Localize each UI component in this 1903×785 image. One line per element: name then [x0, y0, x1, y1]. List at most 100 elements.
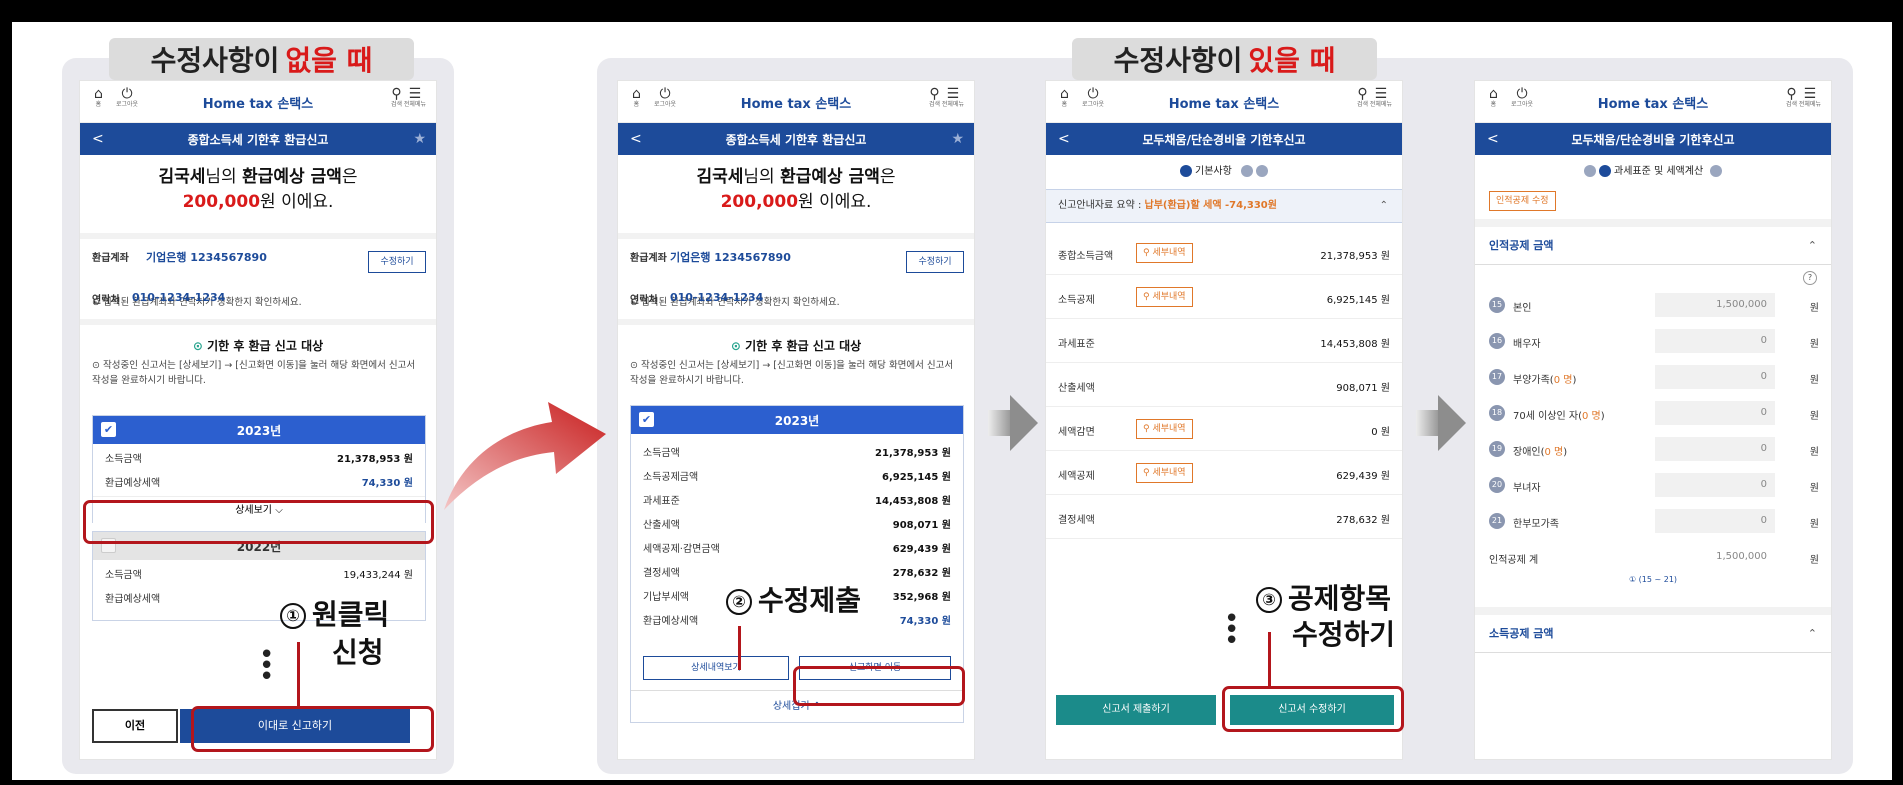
menu-icon[interactable]: ☰ 전체메뉴 [1370, 87, 1392, 109]
target-title: ⊙ 기한 후 환급 신고 대상 [192, 339, 324, 353]
edit-account-button[interactable]: 수정하기 [906, 251, 964, 273]
logo: Home tax 손택스 [202, 97, 314, 112]
header-bar: < 종합소득세 기한후 환급신고 ★ [80, 123, 436, 155]
summary-bar[interactable]: 신고안내자료 요약 : 납부(환급)할 세액 -74,330원 ⌃ [1046, 189, 1402, 223]
menu-icon[interactable]: ☰ 전체메뉴 [404, 87, 426, 109]
highlight-submit [191, 706, 434, 752]
chevron-up-icon[interactable]: ⌃ [1808, 615, 1817, 653]
back-icon[interactable]: < [92, 131, 104, 147]
annotation-edit-deduction-line2: 수정하기 [1292, 618, 1396, 651]
deduction-rows: 15 본인 1,500,000 원 16 배우자 0 원 17 부양가족(0 명) 0 원 18 70세 … [1475, 287, 1831, 539]
amount-field[interactable]: 1,500,000 [1655, 293, 1775, 317]
checkbox-checked-icon[interactable]: ✔ [639, 412, 654, 427]
detail-tag-button[interactable]: ⚲ 세부내역 [1136, 287, 1193, 307]
amount-field[interactable]: 0 [1655, 437, 1775, 461]
highlight-details [83, 500, 434, 544]
phone-screen-4: ⌂ 홈 ⏻ 로그아웃 Home tax 손택스 ⚲ 검색 ☰ 전체메뉴 < 모두채움/단… [1474, 80, 1832, 760]
annotation-line-1 [297, 642, 300, 706]
annotation-line-3 [1268, 632, 1271, 688]
canvas: 수정사항이 없을 때 수정사항이 있을 때 ⌂ 홈 ⏻ 로그아웃 Home tax … [12, 22, 1892, 780]
target-description: ⊙ 작성중인 신고서는 [상세보기] → [신고화면 이동]을 눌러 해당 화면… [630, 360, 954, 386]
section-title-with-changes: 수정사항이 있을 때 [1072, 38, 1377, 80]
number-badge: 20 [1489, 477, 1505, 493]
highlight-go-report [793, 666, 965, 706]
amount-field[interactable]: 0 [1655, 329, 1775, 353]
section-income-deduction[interactable]: 소득공제 금액 ⌃ [1475, 615, 1831, 653]
highlight-edit-report [1222, 686, 1404, 732]
list-item: 21 한부모가족 0 원 [1475, 503, 1831, 539]
list-item: 소득금액 19,433,244 원 [105, 570, 413, 581]
annotation-edit-submit: ② 수정제출 [726, 584, 861, 618]
amount-field[interactable]: 0 [1655, 509, 1775, 533]
year-header-2023[interactable]: ✔ 2023년 [631, 406, 963, 434]
prev-button[interactable]: 이전 [92, 709, 178, 743]
detail-tag-button[interactable]: ⚲ 세부내역 [1136, 243, 1193, 263]
annotation-one-click: ① 원클릭 [280, 598, 389, 632]
detail-history-button[interactable]: 상세내역보기 [643, 656, 789, 680]
list-item: 17 부양가족(0 명) 0 원 [1475, 359, 1831, 395]
menu-icon[interactable]: ☰ 전체메뉴 [942, 87, 964, 109]
edit-personal-deduction-button[interactable]: 인적공제 수정 [1489, 191, 1556, 211]
logo: Home tax 손택스 [1597, 97, 1709, 112]
more-dots-1: • • • [259, 640, 275, 692]
annotation-edit-deduction: ③ 공제항목 [1256, 582, 1391, 616]
table-row: 세액감면 ⚲ 세부내역 0 원 [1046, 407, 1402, 451]
list-item: 15 본인 1,500,000 원 [1475, 287, 1831, 323]
logo: Home tax 손택스 [740, 97, 852, 112]
number-badge: 21 [1489, 513, 1505, 529]
submit-report-button[interactable]: 신고서 제출하기 [1056, 695, 1216, 725]
refund-message: 김국세님의 환급예상 금액은 200,000원 이에요. [696, 167, 896, 212]
section-personal-deduction[interactable]: 인적공제 금액 ⌃ [1475, 227, 1831, 265]
year-header-2023[interactable]: ✔ 2023년 [93, 416, 425, 444]
search-icon[interactable]: ⚲ 검색 [1786, 87, 1797, 109]
chevron-up-icon[interactable]: ⌃ [1380, 190, 1388, 222]
header-title: 종합소득세 기한후 환급신고 [725, 132, 867, 147]
star-icon[interactable]: ★ [951, 131, 964, 147]
edit-account-button[interactable]: 수정하기 [368, 251, 426, 273]
amount-field[interactable]: 0 [1655, 401, 1775, 425]
table-row: 결정세액 278,632 원 [643, 568, 951, 579]
red-arrow-icon [444, 402, 606, 510]
top-bar: ⌂ 홈 ⏻ 로그아웃 Home tax 손택스 ⚲ 검색 ☰ 전체메뉴 [1475, 81, 1831, 123]
header-bar: < 모두채움/단순경비율 기한후신고 [1046, 123, 1402, 155]
detail-tag-button[interactable]: ⚲ 세부내역 [1136, 463, 1193, 483]
total-note: ① (15 ~ 21) [1628, 575, 1678, 584]
amount-field[interactable]: 0 [1655, 473, 1775, 497]
step-indicator: 과세표준 및 세액계산 [1475, 155, 1831, 189]
back-icon[interactable]: < [1487, 131, 1499, 147]
search-icon[interactable]: ⚲ 검색 [929, 87, 940, 109]
back-icon[interactable]: < [1058, 131, 1070, 147]
header-bar: < 종합소득세 기한후 환급신고 ★ [618, 123, 974, 155]
list-item: 16 배우자 0 원 [1475, 323, 1831, 359]
search-icon[interactable]: ⚲ 검색 [1357, 87, 1368, 109]
table-row: 소득공제금액 6,925,145 원 [643, 472, 951, 483]
chevron-up-icon[interactable]: ⌃ [1808, 227, 1817, 265]
top-bar: ⌂ 홈 ⏻ 로그아웃 Home tax 손택스 ⚲ 검색 ☰ 전체메뉴 [80, 81, 436, 123]
table-row: 과세표준 14,453,808 원 [643, 496, 951, 507]
phone-screen-2: ⌂ 홈 ⏻ 로그아웃 Home tax 손택스 ⚲ 검색 ☰ 전체메뉴 < 종합소득세 … [617, 80, 975, 760]
back-icon[interactable]: < [630, 131, 642, 147]
help-icon[interactable]: ? [1803, 271, 1817, 285]
search-icon[interactable]: ⚲ 검색 [391, 87, 402, 109]
table-row: 세액공제·감면금액 629,439 원 [643, 544, 951, 555]
logo: Home tax 손택스 [1168, 97, 1280, 112]
more-dots-3: • • • [1224, 604, 1240, 656]
target-title: ⊙ 기한 후 환급 신고 대상 [730, 339, 862, 353]
phone-screen-3: ⌂ 홈 ⏻ 로그아웃 Home tax 손택스 ⚲ 검색 ☰ 전체메뉴 < 모두채움/단… [1045, 80, 1403, 760]
list-item: 환급예상세액 74,330 원 [105, 478, 413, 489]
number-badge: 16 [1489, 333, 1505, 349]
detail-tag-button[interactable]: ⚲ 세부내역 [1136, 419, 1193, 439]
list-item: 소득금액 21,378,953 원 [105, 454, 413, 465]
table-row: 산출세액 908,071 원 [643, 520, 951, 531]
star-icon[interactable]: ★ [413, 131, 426, 147]
header-title: 종합소득세 기한후 환급신고 [187, 132, 329, 147]
annotation-one-click-line2: 신청 [332, 636, 384, 669]
account-block: 환급계좌 기업은행 1234567890 연락처 010-1234-1234 수정하… [80, 233, 436, 306]
header-title: 모두채움/단순경비율 기한후신고 [1571, 132, 1735, 147]
menu-icon[interactable]: ☰ 전체메뉴 [1799, 87, 1821, 109]
table-row: 과세표준 14,453,808 원 [1046, 319, 1402, 363]
total-row: 인적공제 계 1,500,000 원 [1475, 539, 1831, 575]
number-badge: 15 [1489, 297, 1505, 313]
checkbox-checked-icon[interactable]: ✔ [101, 422, 116, 437]
amount-field[interactable]: 0 [1655, 365, 1775, 389]
